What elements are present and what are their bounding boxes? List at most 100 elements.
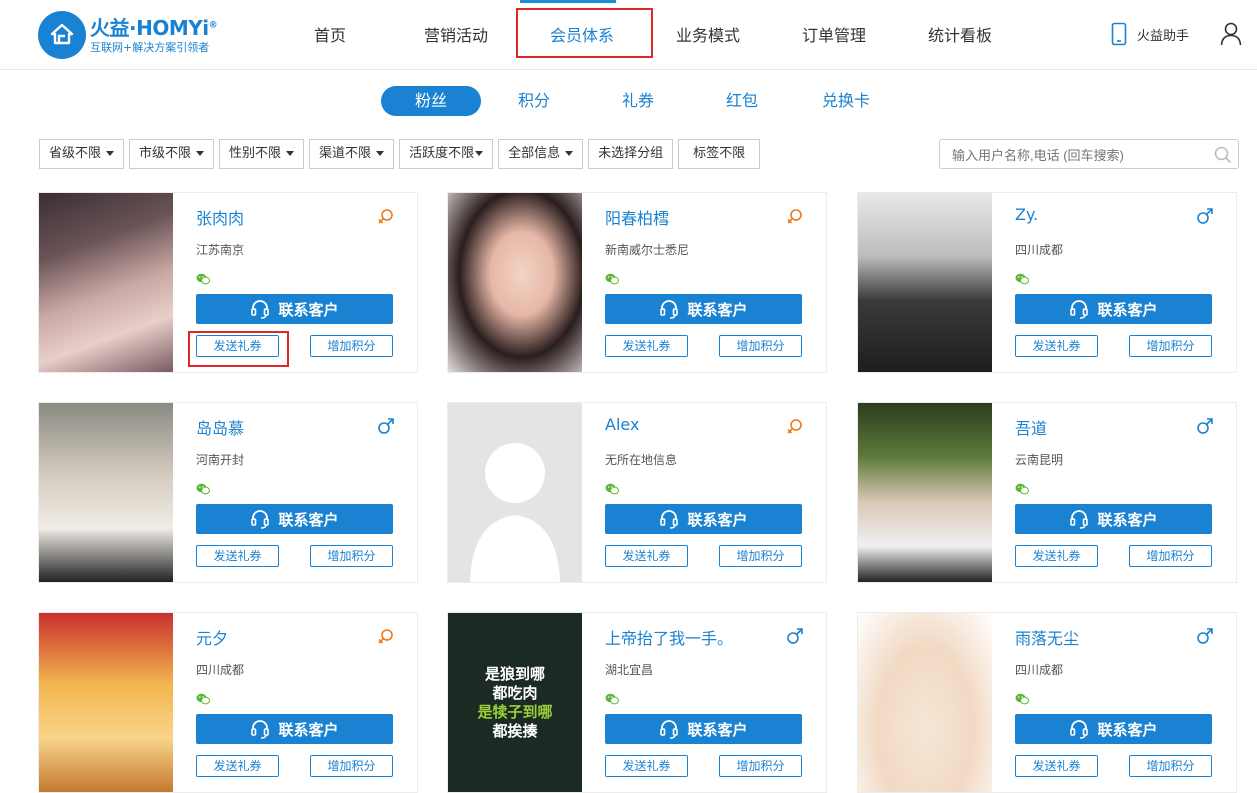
contact-customer-button[interactable]: 联系客户 <box>196 714 393 744</box>
member-name[interactable]: 上帝抬了我一手。 <box>605 625 733 649</box>
filter-tags[interactable]: 标签不限 <box>678 139 761 169</box>
member-name[interactable]: 雨落无尘 <box>1015 625 1079 649</box>
member-name[interactable]: 阳春柏樰 <box>605 205 669 229</box>
member-card: 阳春柏樰新南威尔士悉尼联系客户发送礼券 增加积分 <box>447 192 827 373</box>
send-coupon-button[interactable]: 发送礼券 <box>196 545 279 567</box>
add-points-button[interactable]: 增加积分 <box>310 335 393 357</box>
filter-info[interactable]: 全部信息 <box>498 139 584 169</box>
add-points-button[interactable]: 增加积分 <box>310 755 393 777</box>
member-card: 岛岛慕河南开封联系客户发送礼券 增加积分 <box>38 402 418 583</box>
filter-city[interactable]: 市级不限 <box>129 139 215 169</box>
member-avatar[interactable] <box>448 193 582 372</box>
contact-label: 联系客户 <box>278 510 339 529</box>
member-card: 是狼到哪 都吃肉 是犊子到哪 都挨揍 上帝抬了我一手。 湖北宜昌 联系客户 发送礼券 增加积分 <box>447 612 827 793</box>
send-coupon-button[interactable]: 发送礼券 <box>1015 335 1098 357</box>
member-avatar[interactable]: 是狼到哪 都吃肉 是犊子到哪 都挨揍 <box>448 613 582 792</box>
chevron-down-icon <box>475 151 484 156</box>
tab-points[interactable]: 积分 <box>504 86 564 116</box>
member-location: 河南开封 <box>196 453 245 467</box>
nav-statistics[interactable]: 统计看板 <box>928 22 992 46</box>
add-points-button[interactable]: 增加积分 <box>719 335 802 357</box>
member-name[interactable]: 张肉肉 <box>196 205 244 229</box>
add-points-button[interactable]: 增加积分 <box>1129 545 1212 567</box>
member-avatar[interactable] <box>39 403 173 582</box>
female-icon <box>377 207 395 229</box>
headset-icon <box>659 299 687 319</box>
nav-home[interactable]: 首页 <box>314 22 346 46</box>
contact-label: 联系客户 <box>1097 720 1158 739</box>
member-avatar[interactable] <box>858 193 992 372</box>
add-points-button[interactable]: 增加积分 <box>1129 335 1212 357</box>
male-icon <box>786 627 804 649</box>
contact-customer-button[interactable]: 联系客户 <box>605 714 802 744</box>
filter-channel[interactable]: 渠道不限 <box>309 139 395 169</box>
nav-marketing[interactable]: 营销活动 <box>424 22 488 46</box>
send-coupon-button[interactable]: 发送礼券 <box>605 545 688 567</box>
add-points-button[interactable]: 增加积分 <box>1129 755 1212 777</box>
member-avatar[interactable] <box>448 403 582 582</box>
add-points-button[interactable]: 增加积分 <box>310 545 393 567</box>
wechat-icon <box>196 270 210 289</box>
filter-bar: 省级不限 市级不限 性别不限 渠道不限 活跃度不限 全部信息 未选择分组 标签不… <box>39 139 761 169</box>
contact-label: 联系客户 <box>687 720 748 739</box>
male-icon <box>1196 207 1214 229</box>
send-coupon-button[interactable]: 发送礼券 <box>1015 755 1098 777</box>
logo[interactable]: 火益·HOMYi® 互联网+解决方案引领者 <box>38 10 218 60</box>
member-avatar[interactable] <box>39 613 173 792</box>
wechat-icon <box>605 480 619 499</box>
filter-province[interactable]: 省级不限 <box>39 139 125 169</box>
chevron-down-icon <box>286 151 295 156</box>
headset-icon <box>659 719 687 739</box>
member-subtabs: 粉丝 积分 礼券 红包 兑换卡 <box>0 86 1257 116</box>
add-points-button[interactable]: 增加积分 <box>719 755 802 777</box>
member-name[interactable]: 岛岛慕 <box>196 415 244 439</box>
tab-coupons[interactable]: 礼券 <box>608 86 668 116</box>
member-location: 无所在地信息 <box>605 453 678 467</box>
tab-fans[interactable]: 粉丝 <box>381 86 481 116</box>
tab-exchange-cards[interactable]: 兑换卡 <box>816 86 876 116</box>
member-card: Alex 无所在地信息联系客户发送礼券 增加积分 <box>447 402 827 583</box>
contact-customer-button[interactable]: 联系客户 <box>605 504 802 534</box>
send-coupon-button[interactable]: 发送礼券 <box>1015 545 1098 567</box>
contact-customer-button[interactable]: 联系客户 <box>196 504 393 534</box>
user-icon[interactable] <box>1220 22 1242 50</box>
contact-label: 联系客户 <box>687 510 748 529</box>
tab-red-packets[interactable]: 红包 <box>712 86 772 116</box>
send-coupon-button[interactable]: 发送礼券 <box>605 335 688 357</box>
search-input[interactable] <box>950 141 1214 169</box>
member-location: 新南威尔士悉尼 <box>605 243 690 257</box>
contact-customer-button[interactable]: 联系客户 <box>605 294 802 324</box>
member-name[interactable]: Alex <box>605 415 639 434</box>
wechat-icon <box>605 270 619 289</box>
nav-membership-highlight <box>516 8 653 58</box>
member-location: 四川成都 <box>196 663 245 677</box>
contact-customer-button[interactable]: 联系客户 <box>1015 294 1212 324</box>
assistant-link[interactable]: 火益助手 <box>1111 22 1189 46</box>
poster-line: 是狼到哪 <box>484 665 545 683</box>
phone-icon <box>1111 22 1127 46</box>
nav-orders[interactable]: 订单管理 <box>802 22 866 46</box>
filter-group[interactable]: 未选择分组 <box>588 139 674 169</box>
member-location: 云南昆明 <box>1015 453 1064 467</box>
member-name[interactable]: 吾道 <box>1015 415 1047 439</box>
member-avatar[interactable] <box>39 193 173 372</box>
member-location: 四川成都 <box>1015 243 1064 257</box>
send-coupon-button[interactable]: 发送礼券 <box>605 755 688 777</box>
male-icon <box>1196 627 1214 649</box>
add-points-button[interactable]: 增加积分 <box>719 545 802 567</box>
filter-gender[interactable]: 性别不限 <box>219 139 305 169</box>
contact-label: 联系客户 <box>687 300 748 319</box>
send-coupon-button[interactable]: 发送礼券 <box>196 755 279 777</box>
female-icon <box>377 627 395 649</box>
contact-customer-button[interactable]: 联系客户 <box>1015 714 1212 744</box>
contact-customer-button[interactable]: 联系客户 <box>196 294 393 324</box>
nav-business-model[interactable]: 业务模式 <box>676 22 740 46</box>
search-box <box>939 139 1239 169</box>
contact-customer-button[interactable]: 联系客户 <box>1015 504 1212 534</box>
filter-activity[interactable]: 活跃度不限 <box>399 139 494 169</box>
search-icon[interactable] <box>1214 146 1232 164</box>
member-avatar[interactable] <box>858 613 992 792</box>
member-name[interactable]: 元夕 <box>196 625 228 649</box>
member-avatar[interactable] <box>858 403 992 582</box>
member-name[interactable]: Zy. <box>1015 205 1038 224</box>
